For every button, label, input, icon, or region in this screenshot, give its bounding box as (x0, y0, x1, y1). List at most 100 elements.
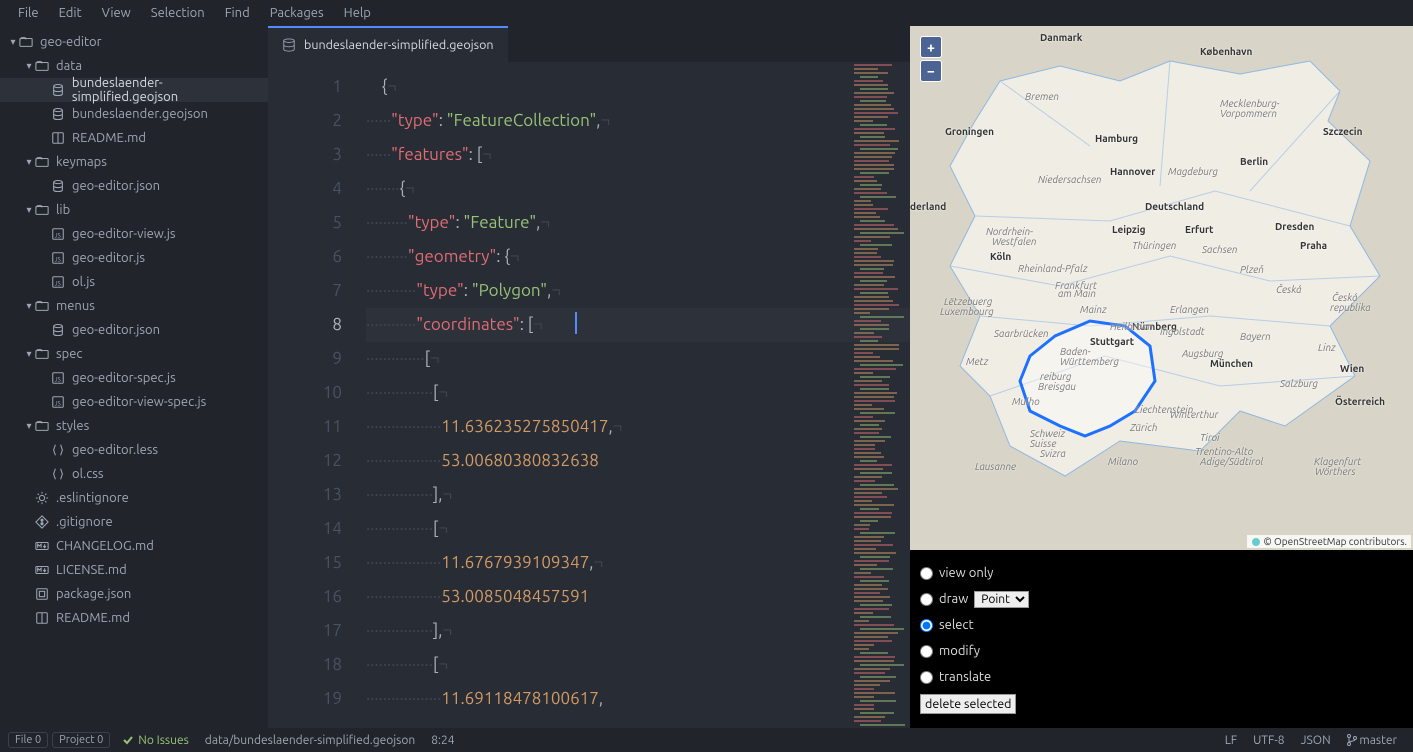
tree-item[interactable]: JSol.js (0, 270, 268, 294)
tree-item[interactable]: CHANGELOG.md (0, 534, 268, 558)
map-label: Deutschland (1145, 201, 1204, 212)
tab-active[interactable]: bundeslaender-simplified.geojson (268, 26, 508, 62)
map-label: Groningen (945, 126, 994, 137)
map-label: Danmark (1040, 32, 1082, 43)
gear-icon (34, 491, 50, 505)
git-icon (34, 515, 50, 529)
tree-item[interactable]: ▾data (0, 54, 268, 78)
map-label: Bremen (1025, 91, 1059, 102)
tree-label: spec (56, 347, 82, 361)
chevron-down-icon: ▾ (24, 420, 34, 432)
tree-item[interactable]: .eslintignore (0, 486, 268, 510)
map-label: derland (910, 201, 946, 212)
menu-selection[interactable]: Selection (141, 6, 215, 20)
menu-help[interactable]: Help (334, 6, 381, 20)
tree-item[interactable]: ▾spec (0, 342, 268, 366)
tree-item[interactable]: bundeslaender-simplified.geojson (0, 78, 268, 102)
js-icon: JS (50, 275, 66, 289)
map-label: Saarbrücken (994, 328, 1049, 339)
tree-item[interactable]: README.md (0, 606, 268, 630)
map-label: republika (1330, 302, 1371, 313)
tree-label: geo-editor.json (72, 179, 160, 193)
map-label: München (1210, 358, 1253, 369)
status-encoding[interactable]: UTF-8 (1245, 734, 1292, 747)
map-panel[interactable]: + − DanmarkKøbenhavnGroningenHamburgBrem… (910, 26, 1413, 550)
map-label: Österreich (1335, 396, 1385, 407)
mode-translate[interactable]: translate (920, 664, 1403, 690)
tree-label: styles (56, 419, 89, 433)
status-project[interactable]: Project 0 (52, 732, 110, 748)
status-path[interactable]: data/bundeslaender-simplified.geojson (197, 734, 423, 747)
db-icon (50, 179, 66, 193)
tree-item[interactable]: ▾menus (0, 294, 268, 318)
tree-item[interactable]: LICENSE.md (0, 558, 268, 582)
delete-selected-button[interactable]: delete selected (920, 694, 1016, 714)
tree-label: bundeslaender-simplified.geojson (72, 76, 268, 104)
tree-item[interactable]: ▾keymaps (0, 150, 268, 174)
map-label: am Main (1058, 288, 1096, 299)
zoom-in-button[interactable]: + (920, 36, 942, 58)
tree-item[interactable]: .gitignore (0, 510, 268, 534)
tree-view: ▾geo-editor▾databundeslaender-simplified… (0, 26, 268, 728)
status-language[interactable]: JSON (1293, 734, 1339, 747)
map-label: Leipzig (1112, 224, 1146, 235)
status-line-ending[interactable]: LF (1217, 734, 1245, 747)
tree-label: geo-editor.less (72, 443, 158, 457)
status-cursor-pos[interactable]: 8:24 (423, 734, 462, 747)
menu-edit[interactable]: Edit (49, 6, 92, 20)
map-label: Svizra (1040, 448, 1066, 459)
map-label: Erfurt (1185, 224, 1213, 235)
menu-find[interactable]: Find (215, 6, 260, 20)
map-attribution: © OpenStreetMap contributors. (1247, 535, 1412, 548)
editor-lines[interactable]: {¬······"type": "FeatureCollection",¬···… (366, 62, 910, 728)
status-branch[interactable]: master (1339, 734, 1405, 747)
draw-type-select[interactable]: Point (974, 591, 1029, 608)
map-label: Westfalen (992, 236, 1036, 247)
map-label: Milano (1108, 456, 1138, 467)
tree-item[interactable]: JSgeo-editor-view.js (0, 222, 268, 246)
tree-label: data (56, 59, 82, 73)
folder-icon (34, 299, 50, 313)
tree-item[interactable]: geo-editor.json (0, 174, 268, 198)
js-icon: JS (50, 371, 66, 385)
tree-item[interactable]: README.md (0, 126, 268, 150)
map-label: Praha (1300, 240, 1327, 251)
mode-select[interactable]: select (920, 612, 1403, 638)
tree-item[interactable]: ol.css (0, 462, 268, 486)
status-file[interactable]: File 0 (8, 732, 48, 748)
zoom-out-button[interactable]: − (920, 60, 942, 82)
tree-item[interactable]: geo-editor.json (0, 318, 268, 342)
map-label: Ingolstadt (1160, 326, 1205, 337)
tree-item[interactable]: ▾lib (0, 198, 268, 222)
tree-item[interactable]: package.json (0, 582, 268, 606)
status-issues[interactable]: No Issues (114, 734, 197, 747)
minimap[interactable] (850, 62, 910, 728)
folder-root-icon (18, 35, 34, 49)
tree-item[interactable]: JSgeo-editor-spec.js (0, 366, 268, 390)
mode-draw[interactable]: draw Point (920, 586, 1403, 612)
mode-view-only[interactable]: view only (920, 560, 1403, 586)
mode-modify[interactable]: modify (920, 638, 1403, 664)
map-label: Hannover (1110, 166, 1155, 177)
map-label: Wörthers (1315, 466, 1356, 477)
tree-label: menus (56, 299, 95, 313)
check-icon (122, 734, 134, 746)
folder-icon (34, 203, 50, 217)
tree-item[interactable]: JSgeo-editor.js (0, 246, 268, 270)
map-label: Zürich (1130, 422, 1157, 433)
map-label: Mulho (1012, 396, 1040, 407)
map-label: København (1200, 46, 1252, 57)
tree-item[interactable]: JSgeo-editor-view-spec.js (0, 390, 268, 414)
menu-file[interactable]: File (8, 6, 49, 20)
map-label: Wien (1340, 363, 1364, 374)
tree-item[interactable]: ▾geo-editor (0, 30, 268, 54)
menu-view[interactable]: View (92, 6, 141, 20)
tree-item[interactable]: ▾ styles (0, 414, 268, 438)
map-label: Liechtenstein (1135, 404, 1193, 415)
folder-icon (34, 59, 50, 73)
editor[interactable]: 12345678910111213141516171819 {¬······"t… (268, 62, 910, 728)
tree-item[interactable]: geo-editor.less (0, 438, 268, 462)
menu-packages[interactable]: Packages (260, 6, 334, 20)
map-label: Breisgau (1038, 381, 1076, 392)
tree-item[interactable]: bundeslaender.geojson (0, 102, 268, 126)
